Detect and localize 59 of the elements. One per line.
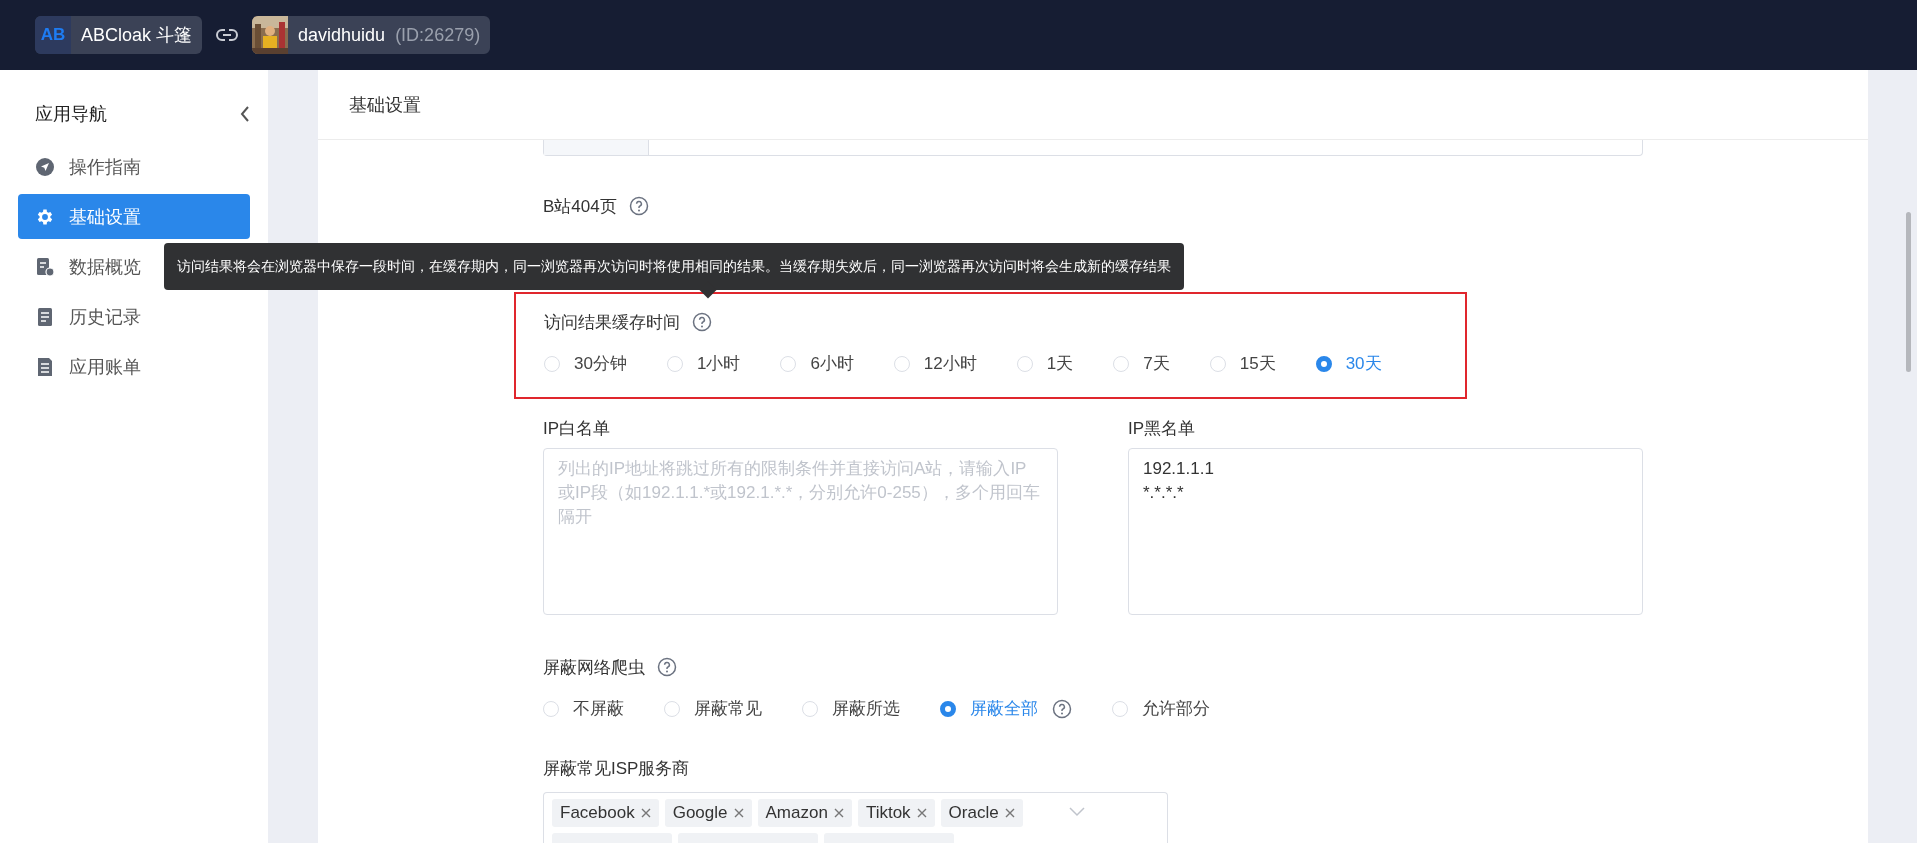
tag-label: Tiktok bbox=[865, 803, 911, 823]
radio-button[interactable] bbox=[940, 700, 956, 717]
field-label: B站404页 bbox=[543, 195, 617, 218]
tag-label: Facebook bbox=[560, 803, 635, 823]
app-name: ABCloak 斗篷 bbox=[80, 24, 194, 47]
close-icon[interactable] bbox=[733, 808, 744, 818]
report-icon bbox=[35, 256, 55, 277]
scrollbar[interactable] bbox=[1906, 212, 1911, 372]
field-label: IP白名单 bbox=[543, 418, 612, 440]
close-icon[interactable] bbox=[916, 808, 927, 818]
tag-label: Google bbox=[672, 803, 728, 823]
close-icon[interactable] bbox=[1004, 808, 1015, 818]
sidebar-item[interactable]: 操作指南 bbox=[18, 144, 250, 189]
navigation-icon bbox=[35, 156, 55, 177]
field-label: IP黑名单 bbox=[1128, 418, 1197, 440]
document-icon bbox=[35, 306, 55, 327]
card-title: 基础设置 bbox=[349, 93, 421, 117]
help-icon[interactable] bbox=[692, 312, 712, 332]
radio-option[interactable]: 6小时 bbox=[780, 352, 854, 375]
tag-label: Amazon bbox=[765, 803, 828, 823]
bill-icon bbox=[35, 356, 55, 377]
radio-option[interactable]: 15天 bbox=[1209, 352, 1276, 375]
radio-option[interactable]: 1小时 bbox=[666, 352, 741, 375]
radio-option[interactable]: 屏蔽常见 bbox=[664, 697, 762, 720]
radio-option[interactable]: 屏蔽全部 bbox=[940, 697, 1072, 720]
account-id: (ID:26279) bbox=[395, 24, 482, 46]
radio-option[interactable]: 1天 bbox=[1016, 352, 1074, 375]
app-badge[interactable]: AB ABCloak 斗篷 bbox=[35, 16, 203, 54]
radio-option[interactable]: 允许部分 bbox=[1112, 697, 1210, 720]
field-label: 访问结果缓存时间 bbox=[544, 311, 680, 334]
sidebar-item[interactable]: 应用账单 bbox=[18, 344, 250, 389]
radio-option[interactable]: 7天 bbox=[1113, 352, 1170, 375]
logo: AB bbox=[35, 16, 71, 54]
link-icon bbox=[216, 28, 239, 42]
close-icon[interactable] bbox=[833, 808, 844, 818]
help-icon[interactable] bbox=[657, 657, 677, 677]
sidebar-title: 应用导航 bbox=[35, 103, 107, 126]
radio-option[interactable]: 不屏蔽 bbox=[543, 697, 624, 720]
tag-select[interactable]: Facebook Google Amazon Tiktok Oracle bbox=[543, 792, 1168, 843]
account-badge[interactable]: davidhuidu (ID:26279) bbox=[252, 16, 491, 54]
account-name: davidhuidu bbox=[297, 24, 387, 46]
field-label: 屏蔽网络爬虫 bbox=[543, 656, 645, 679]
text-area[interactable]: 列出的IP地址将跳过所有的限制条件并直接访问A站，请输入IP或IP段（如192.1.1.*或192.1.*.*，分别允许0-255），多个用回车隔开 bbox=[543, 448, 1058, 615]
sidebar-item[interactable]: 历史记录 bbox=[18, 294, 250, 339]
field-label: 屏蔽常见ISP服务商 bbox=[543, 757, 690, 780]
sidebar-item[interactable]: 基础设置 bbox=[18, 194, 250, 239]
radio-button[interactable] bbox=[1315, 355, 1332, 372]
chevron-left-icon[interactable] bbox=[240, 106, 250, 122]
help-icon[interactable] bbox=[1052, 698, 1072, 719]
close-icon[interactable] bbox=[640, 808, 651, 818]
chevron-down-icon[interactable] bbox=[1068, 807, 1085, 817]
input-field[interactable] bbox=[543, 140, 1643, 156]
radio-option[interactable]: 12小时 bbox=[893, 352, 977, 375]
radio-option[interactable]: 30分钟 bbox=[544, 352, 627, 375]
radio-option[interactable]: 屏蔽所选 bbox=[802, 697, 900, 720]
text-area[interactable]: 192.1.1.1 *.*.*.* bbox=[1128, 448, 1643, 615]
help-icon[interactable] bbox=[628, 196, 649, 216]
tag-label: Oracle bbox=[948, 803, 999, 823]
radio-option[interactable]: 30天 bbox=[1315, 352, 1382, 375]
